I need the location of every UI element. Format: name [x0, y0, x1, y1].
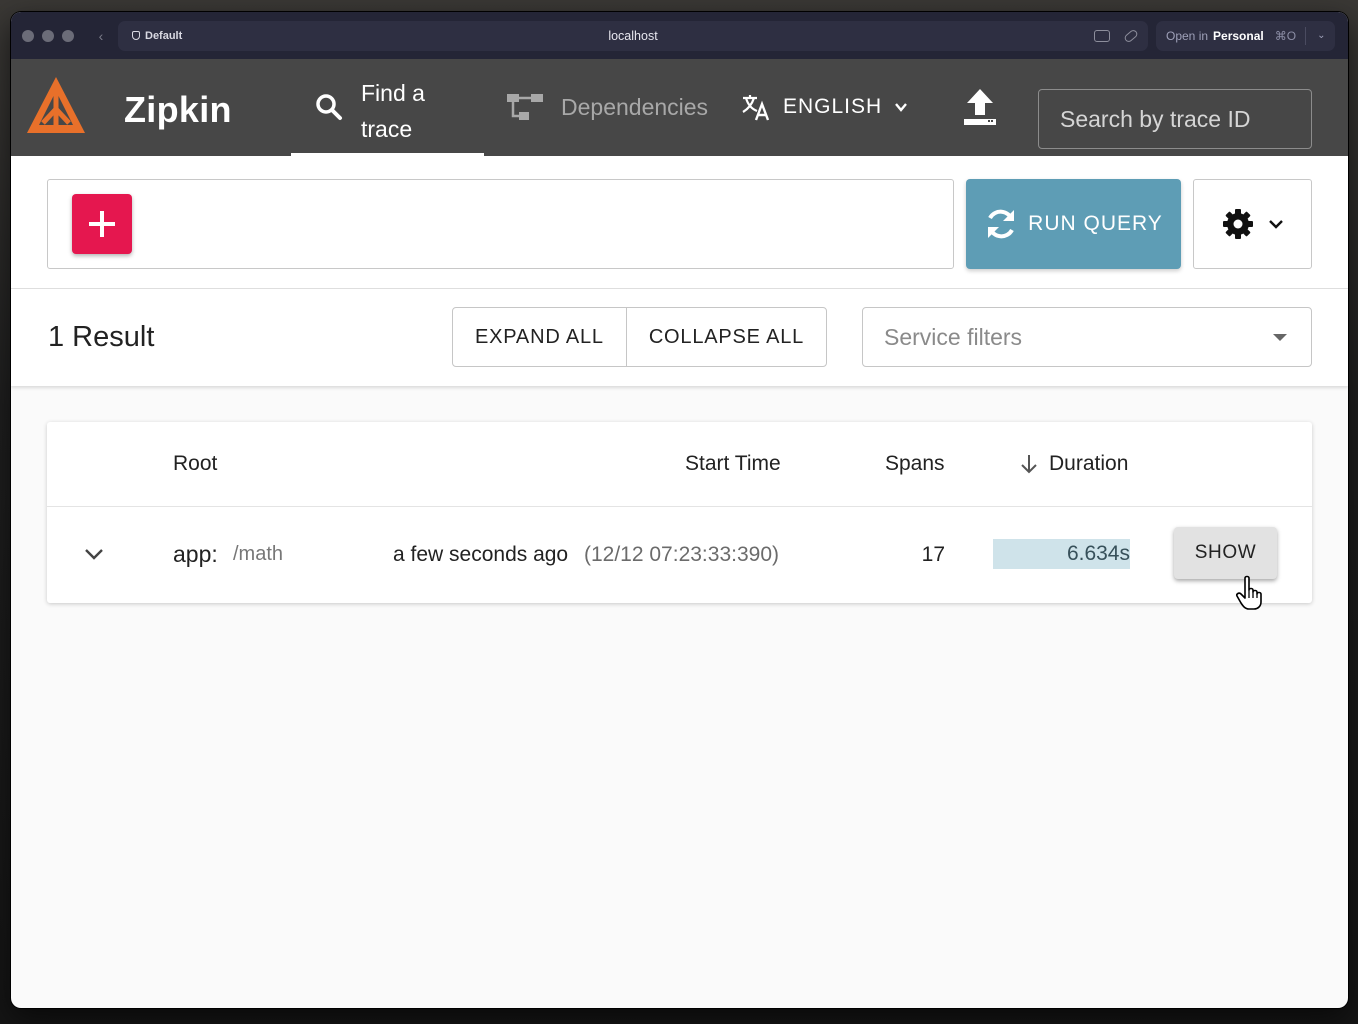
tab-find-a-trace[interactable]: Find a trace: [291, 59, 484, 156]
profile-indicator[interactable]: Default: [132, 30, 182, 42]
span-count: 17: [921, 543, 945, 566]
zipkin-logo-icon[interactable]: [23, 73, 89, 139]
expand-all-button[interactable]: EXPAND ALL: [453, 308, 626, 366]
result-count: 1 Result: [48, 321, 155, 353]
settings-menu-button[interactable]: [1193, 179, 1312, 269]
table-header: Root Start Time Spans Duration: [47, 422, 1312, 507]
column-header-root[interactable]: Root: [173, 452, 217, 476]
dependencies-icon: [507, 94, 543, 120]
zoom-window-button[interactable]: [62, 29, 74, 42]
app-title[interactable]: Zipkin: [124, 89, 232, 131]
service-filter-select[interactable]: Service filters: [862, 307, 1312, 367]
address-bar-actions: [1094, 27, 1139, 44]
expand-collapse-group: EXPAND ALL COLLAPSE ALL: [452, 307, 828, 367]
tab-dependencies[interactable]: Dependencies: [507, 89, 708, 125]
chevron-down-icon: [1268, 220, 1283, 229]
minimize-window-button[interactable]: [42, 29, 54, 42]
sort-descending-icon: [1021, 455, 1037, 474]
language-selector[interactable]: ENGLISH: [741, 89, 908, 125]
browser-window: ‹ Default localhost Open in Personal ⌘O …: [11, 12, 1348, 1008]
show-trace-button[interactable]: SHOW: [1174, 527, 1277, 579]
browser-toolbar: ‹ Default localhost Open in Personal ⌘O …: [11, 12, 1348, 59]
collapse-all-button[interactable]: COLLAPSE ALL: [625, 308, 826, 366]
open-in-prefix: Open in: [1166, 28, 1209, 43]
trace-id-search-input[interactable]: [1038, 89, 1312, 149]
tab-label: Find a trace: [361, 80, 425, 142]
column-header-spans[interactable]: Spans: [885, 452, 945, 476]
chevron-down-icon[interactable]: ⌄: [1317, 30, 1325, 41]
refresh-icon: [988, 209, 1015, 239]
upload-icon[interactable]: [961, 87, 999, 127]
url-text: localhost: [608, 28, 658, 43]
cast-icon[interactable]: [1094, 29, 1110, 42]
add-criteria-button[interactable]: [72, 194, 132, 254]
window-controls: [22, 29, 74, 42]
profile-icon: [132, 31, 140, 40]
column-header-duration[interactable]: Duration: [1019, 452, 1128, 476]
chevron-down-icon: [895, 103, 908, 112]
column-header-start-time[interactable]: Start Time: [685, 452, 781, 476]
open-in-button[interactable]: Open in Personal ⌘O ⌄: [1156, 20, 1336, 51]
trace-results-table: Root Start Time Spans Duration app: /mat…: [47, 422, 1312, 603]
duration-cell: 6.634s: [993, 539, 1130, 569]
run-query-button[interactable]: RUN QUERY: [966, 179, 1181, 269]
table-row[interactable]: app: /math a few seconds ago (12/12 07:2…: [47, 507, 1312, 603]
duration-value: 6.634s: [1066, 542, 1130, 565]
search-criteria-field[interactable]: [47, 179, 954, 269]
results-toolbar: 1 Result EXPAND ALL COLLAPSE ALL Service…: [11, 289, 1348, 386]
run-query-label: RUN QUERY: [1028, 212, 1163, 235]
tab-label: Dependencies: [561, 93, 709, 120]
app-header: Zipkin Find a trace Dependencies ENGLISH: [11, 59, 1348, 156]
open-in-shortcut: ⌘O: [1274, 28, 1297, 43]
back-icon[interactable]: ‹: [94, 28, 108, 44]
close-window-button[interactable]: [22, 29, 34, 42]
link-icon[interactable]: [1123, 27, 1139, 44]
address-bar[interactable]: Default localhost: [118, 20, 1148, 51]
open-in-target: Personal: [1213, 28, 1264, 43]
search-icon: [316, 94, 342, 120]
query-panel: RUN QUERY: [11, 156, 1348, 289]
start-time-relative: a few seconds ago: [393, 543, 569, 566]
expand-row-icon[interactable]: [83, 543, 105, 565]
start-time-absolute: (12/12 07:23:33:390): [584, 543, 779, 566]
root-span-name: /math: [233, 543, 284, 565]
service-filter-placeholder: Service filters: [884, 323, 1023, 350]
translate-icon: [742, 95, 770, 121]
language-label: ENGLISH: [783, 95, 883, 118]
dropdown-arrow-icon: [1273, 334, 1287, 341]
root-service-name: app:: [173, 541, 218, 567]
divider: [1305, 26, 1307, 45]
hand-pointer-cursor-icon: [1236, 575, 1262, 610]
gear-icon: [1222, 209, 1253, 239]
column-header-label: Duration: [1049, 452, 1129, 475]
profile-name: Default: [145, 29, 183, 42]
